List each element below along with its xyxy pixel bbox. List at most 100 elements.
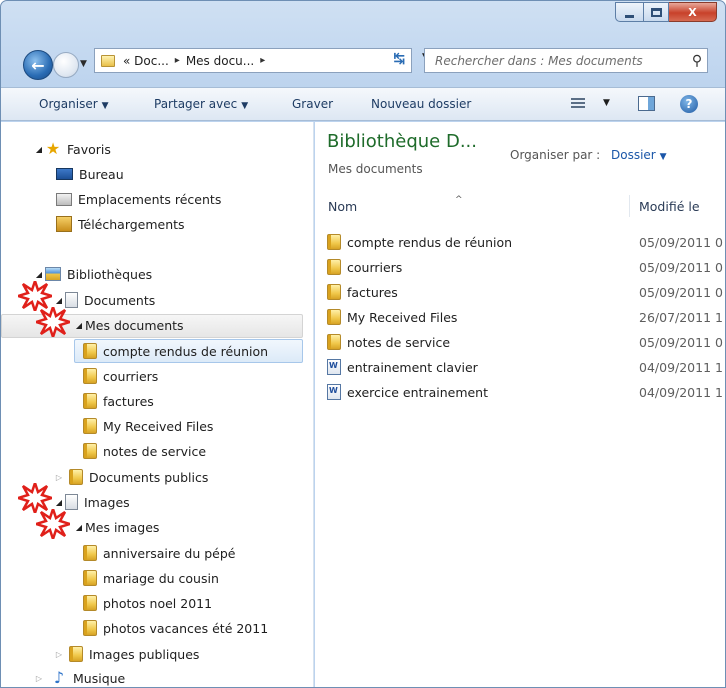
expand-arrow-icon[interactable]: ◢ [73,523,85,532]
tree-item-desktop[interactable]: Bureau [56,163,124,185]
library-icon [45,267,61,281]
minimize-button[interactable] [615,2,643,22]
column-divider[interactable] [629,195,630,217]
forward-button[interactable] [53,52,79,78]
search-icon[interactable]: ⚲ [687,53,707,69]
expand-arrow-icon[interactable]: ◢ [33,270,45,279]
folder-icon [83,620,97,636]
file-row[interactable]: compte rendus de réunion 05/09/2011 0 [327,231,725,253]
tree-my-documents[interactable]: ◢ Mes documents [73,314,184,336]
file-row[interactable]: factures 05/09/2011 0 [327,281,725,303]
maximize-button[interactable] [643,2,669,22]
arrange-by-label: Organiser par : [510,148,601,162]
file-row[interactable]: entrainement clavier 04/09/2011 1 [327,356,725,378]
share-button[interactable]: Partager avec ▼ [154,97,248,111]
recent-places-icon [56,192,72,206]
file-row[interactable]: notes de service 05/09/2011 0 [327,331,725,353]
folder-icon [83,393,97,409]
expand-arrow-icon[interactable]: ◢ [33,145,45,154]
folder-icon [83,545,97,561]
tree-label: photos noel 2011 [103,595,213,611]
folder-icon [83,418,97,434]
expand-arrow-icon[interactable]: ◢ [53,498,65,507]
tree-item-folder[interactable]: factures [83,390,154,412]
search-input[interactable]: Rechercher dans : Mes documents [425,54,687,68]
star-icon: ★ [45,139,61,158]
word-document-icon [327,384,341,400]
address-bar[interactable]: « Doc... ▸ Mes docu... ▸ ▼ ↹ [94,48,439,73]
music-note-icon: ♪ [53,668,65,687]
expand-arrow-icon[interactable]: ◢ [53,296,65,305]
tree-label: photos vacances été 2011 [103,620,269,636]
organize-button[interactable]: Organiser ▼ [39,97,109,111]
folder-icon [327,234,341,250]
folder-icon [327,284,341,300]
close-button[interactable]: X [669,2,717,22]
file-date: 26/07/2011 1 [639,309,723,325]
breadcrumb-my-documents[interactable]: Mes docu... [186,54,254,68]
chevron-down-icon[interactable]: ▼ [603,98,610,108]
tree-item-downloads[interactable]: Téléchargements [56,213,185,235]
breadcrumb-separator-icon[interactable]: ▸ [175,55,180,66]
breadcrumb-separator-icon[interactable]: ▸ [260,55,265,66]
search-box[interactable]: Rechercher dans : Mes documents ⚲ [424,48,708,73]
desktop-icon [56,168,73,180]
file-date: 04/09/2011 1 [639,359,723,375]
word-document-icon [327,359,341,375]
close-icon: X [688,5,697,19]
file-row[interactable]: My Received Files 26/07/2011 1 [327,306,725,328]
tree-label: anniversaire du pépé [103,545,236,561]
tree-item-recent-places[interactable]: Emplacements récents [56,188,221,210]
collapse-arrow-icon[interactable]: ▷ [53,473,65,482]
new-folder-button[interactable]: Nouveau dossier [371,97,471,111]
history-dropdown-icon[interactable]: ▼ [80,59,87,69]
tree-label: Documents publics [89,469,209,485]
column-header-modified[interactable]: Modifié le [639,199,700,214]
collapse-arrow-icon[interactable]: ▷ [33,674,45,683]
sort-arrow-icon: ^ [455,195,463,205]
tree-label: notes de service [103,443,207,459]
file-date: 05/09/2011 0 [639,234,723,250]
collapse-arrow-icon[interactable]: ▷ [53,650,65,659]
tree-music[interactable]: ▷ ♪ Musique [33,667,125,687]
tree-public-documents[interactable]: ▷ Documents publics [53,466,208,488]
tree-item-folder[interactable]: photos noel 2011 [83,592,212,614]
tree-item-folder[interactable]: My Received Files [83,415,213,437]
folder-icon [101,54,115,67]
tree-item-folder[interactable]: courriers [83,365,158,387]
help-icon[interactable]: ? [680,95,698,113]
tree-label: My Received Files [103,418,214,434]
tree-item-folder[interactable]: compte rendus de réunion [83,340,268,362]
tree-favorites[interactable]: ◢ ★ Favoris [33,138,111,160]
tree-item-folder[interactable]: notes de service [83,440,206,462]
chevron-down-icon: ▼ [241,101,249,111]
tree-item-folder[interactable]: photos vacances été 2011 [83,617,268,639]
file-row[interactable]: exercice entrainement 04/09/2011 1 [327,381,725,403]
tree-my-images[interactable]: ◢ Mes images [73,516,160,538]
annotation-starburst-icon [36,509,70,539]
file-date: 04/09/2011 1 [639,384,723,400]
back-button[interactable]: ← [23,50,53,80]
documents-library-icon [65,292,78,308]
refresh-icon[interactable]: ↹ [393,51,405,67]
expand-arrow-icon[interactable]: ◢ [73,321,85,330]
tree-item-folder[interactable]: anniversaire du pépé [83,542,235,564]
arrange-by-dropdown[interactable]: Dossier ▼ [611,148,667,162]
file-name: compte rendus de réunion [347,234,513,250]
tree-item-folder[interactable]: mariage du cousin [83,567,219,589]
preview-pane-icon[interactable] [638,96,655,111]
column-header-name[interactable]: Nom [328,199,357,214]
folder-icon [327,259,341,275]
minimize-icon [625,14,634,18]
annotation-starburst-icon [36,307,70,337]
tree-label: mariage du cousin [103,570,219,586]
breadcrumb-documents[interactable]: « Doc... [123,54,169,68]
tree-public-images[interactable]: ▷ Images publiques [53,643,199,665]
views-icon[interactable] [571,96,585,110]
file-date: 05/09/2011 0 [639,259,723,275]
folder-icon [327,309,341,325]
file-row[interactable]: courriers 05/09/2011 0 [327,256,725,278]
file-name: factures [347,284,398,300]
burn-button[interactable]: Graver [292,97,333,111]
explorer-window: X ← ▼ « Doc... ▸ Mes docu... ▸ ▼ ↹ Reche… [0,0,726,688]
